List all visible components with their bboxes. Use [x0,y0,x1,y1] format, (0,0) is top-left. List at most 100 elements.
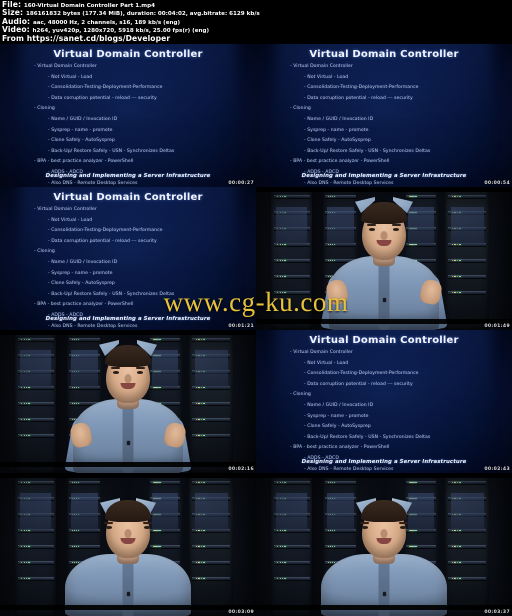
letterbox-top [0,330,256,335]
slide-bullet: - Cloning [34,249,55,255]
info-line-file: File: 160-Virtual Domain Controller Part… [2,1,510,9]
slide-bullet: - Name / GUID / Invocation ID [48,259,118,265]
rack-glow-panel [276,493,308,531]
presenter [64,338,192,473]
slide-bullet: - Also DNS - Remote Desktop Services [304,466,394,472]
slide-footer: Designing and Implementing a Server Infr… [45,173,211,179]
video-frame [256,473,512,616]
thumbnail-frame [0,330,256,473]
thumbnail-timestamp: 00:00:27 [228,181,254,186]
video-frame [0,330,256,473]
slide-bullet: - Name / GUID / Invocation ID [304,402,374,408]
slide-bullet: - Back-Up/ Restore Safely - USN - Synchr… [304,434,431,440]
thumbnail-cell[interactable]: Virtual Domain Controller - Virtual Domai… [256,330,512,473]
thumbnail-frame: Virtual Domain Controller - Virtual Domai… [0,187,256,330]
slide-bullet-list: - Virtual Domain Controller - Not Virtual… [34,64,248,187]
slide-bullet: - Clone Safely - AutoSysprep [48,281,115,287]
slide-bullet: - Data corruption potential - reload ---… [304,95,413,101]
slide-bullet: - Clone Safely - AutoSysprep [48,138,115,144]
presenter-eye-left [362,526,368,529]
lapel-microphone [127,441,130,445]
thumbnail-frame: Virtual Domain Controller - Virtual Domai… [0,44,256,187]
info-video-value: h264, yuv420p, 1280x720, 5918 kb/s, 25.0… [32,28,210,35]
slide-bullet: - Consolidation-Testing-Deployment-Perfo… [304,85,419,91]
slide-bullet: - BPA - best practice analyzer - PowerSh… [290,445,390,451]
lapel-microphone [383,592,386,596]
thumbnail-frame [256,187,512,330]
letterbox-top [256,473,512,478]
slide-title: Virtual Domain Controller [53,192,203,203]
presenter-eye-right [144,526,150,529]
thumbnail-timestamp: 00:02:43 [484,467,510,472]
slide-bullet: - Cloning [290,392,311,398]
slide-bullet: - Not Virtual - Load [48,74,93,80]
thumbnail-grid: Virtual Domain Controller - Virtual Domai… [0,44,512,616]
slide-bullet-list: - Virtual Domain Controller - Not Virtual… [34,207,248,330]
slide-title: Virtual Domain Controller [53,49,203,60]
thumbnail-timestamp: 00:03:09 [228,610,254,615]
presenter [320,195,448,330]
contact-sheet-page: File: 160-Virtual Domain Controller Part… [0,0,512,616]
info-line-audio: Audio: aac, 48000 Hz, 2 channels, s16, 1… [2,18,510,26]
rack-glow-panel [20,493,52,531]
presenter-brow-right [392,224,401,226]
thumbnail-cell[interactable]: Virtual Domain Controller - Virtual Domai… [0,44,256,187]
thumbnail-cell[interactable]: Virtual Domain Controller - Virtual Domai… [256,44,512,187]
slide-bullet: - Consolidation-Testing-Deployment-Perfo… [48,228,163,234]
slide-bullet: - Virtual Domain Controller [34,64,97,69]
presenter-eye-left [369,228,375,231]
thumbnail-frame [0,473,256,616]
lapel-microphone [383,298,386,302]
slide-bullet: - Not Virtual - Load [304,74,349,80]
video-frame [0,473,256,616]
letterbox-bottom [256,605,512,610]
thumbnail-cell[interactable]: 00:02:16 [0,330,256,473]
presenter-nose [380,529,388,538]
slide-bullet: - BPA - best practice analyzer - PowerSh… [34,302,134,308]
server-rack [445,473,489,616]
slide-bullet: - Clone Safely - AutoSysprep [304,138,371,144]
slide-bullet: - Data corruption potential - reload ---… [48,238,157,244]
slide-bullet: - Cloning [290,106,311,112]
info-size-value: 186161832 bytes (177.34 MiB), duration: … [25,11,260,18]
slide-footer: Designing and Implementing a Server Infr… [45,316,211,322]
slide-bullet: - Also DNS - Remote Desktop Services [304,180,394,186]
slide-frame: Virtual Domain Controller - Virtual Domai… [256,330,512,473]
info-audio-label: Audio: [2,17,31,26]
letterbox-bottom [0,462,256,467]
slide-footer: Designing and Implementing a Server Infr… [301,173,467,179]
presenter-nose [124,374,132,383]
slide-bullet: - BPA - best practice analyzer - PowerSh… [34,159,134,165]
thumbnail-frame: Virtual Domain Controller - Virtual Domai… [256,44,512,187]
slide-bullet: - Also DNS - Remote Desktop Services [48,323,138,329]
info-line-video: Video: h264, yuv420p, 1280x720, 5918 kb/… [2,26,510,34]
slide-frame: Virtual Domain Controller - Virtual Domai… [256,44,512,187]
slide-bullet: - Back-Up/ Restore Safely - USN - Synchr… [304,148,431,154]
thumbnail-cell[interactable]: 00:03:37 [256,473,512,616]
presenter [318,496,450,616]
slide-bullet: - Back-Up/ Restore Safely - USN - Synchr… [48,148,175,154]
server-rack [189,473,233,616]
info-audio-value: aac, 48000 Hz, 2 channels, s16, 189 kb/s… [32,19,181,26]
thumbnail-frame [256,473,512,616]
presenter [62,496,194,616]
thumbnail-cell[interactable]: Virtual Domain Controller - Virtual Domai… [0,187,256,330]
rack-glow-panel [450,207,484,245]
server-rack [271,473,313,616]
presenter-eye-right [393,228,399,231]
thumbnail-cell[interactable]: 00:01:49 [256,187,512,330]
slide-bullet: - Sysprep - name - promote [48,270,113,276]
thumbnail-timestamp: 00:01:21 [228,324,254,329]
thumbnail-cell[interactable]: 00:03:09 [0,473,256,616]
rack-glow-panel [20,350,52,388]
info-line-source: From https://sanet.cd/blogs/Developer [2,35,510,43]
slide-bullet: - Sysprep - name - promote [304,413,369,419]
rack-glow-panel [450,493,484,531]
presenter-eye-right [137,371,143,374]
slide-bullet: - Cloning [34,106,55,112]
slide-bullet: - Clone Safely - AutoSysprep [304,424,371,430]
letterbox-top [256,187,512,192]
thumbnail-timestamp: 00:01:49 [484,324,510,329]
presenter-eye-left [113,371,119,374]
slide-bullet: - Also DNS - Remote Desktop Services [48,180,138,186]
